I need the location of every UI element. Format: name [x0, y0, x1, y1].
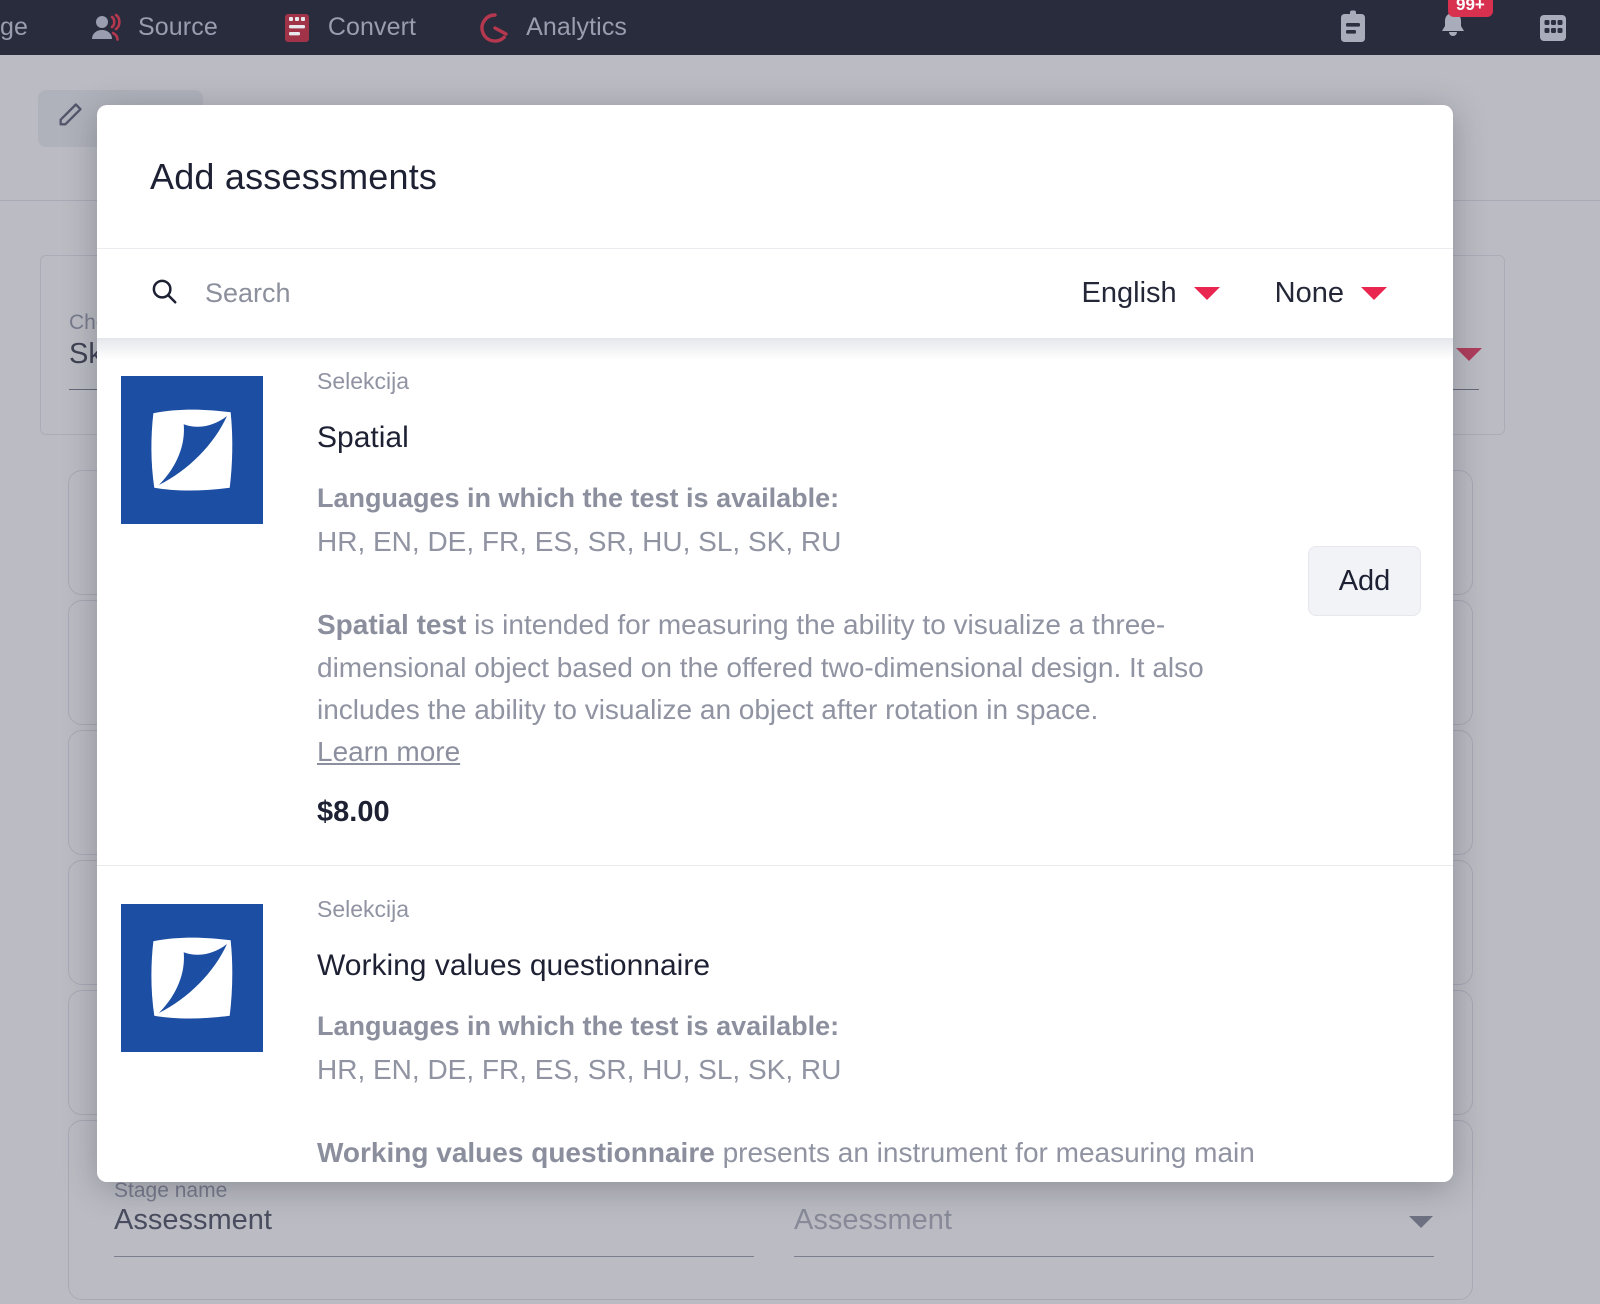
assessment-list-item: Selekcija Spatial Languages in which the… — [97, 338, 1453, 866]
nav-item-label: gage — [0, 13, 28, 42]
nav-item-label: Source — [138, 13, 218, 42]
language-filter-dropdown[interactable]: English — [1082, 277, 1220, 310]
languages-label: Languages in which the test is available… — [317, 483, 1303, 514]
add-assessment-button[interactable]: Add — [1308, 546, 1421, 616]
filter-dropdowns: English None — [1082, 277, 1387, 310]
category-filter-value: None — [1275, 277, 1344, 310]
apps-grid-icon[interactable] — [1534, 9, 1572, 47]
assessment-list[interactable]: Selekcija Spatial Languages in which the… — [97, 338, 1453, 1182]
languages-list: HR, EN, DE, FR, ES, SR, HU, SL, SK, RU — [317, 526, 1303, 558]
modal-title: Add assessments — [150, 156, 437, 198]
category-filter-dropdown[interactable]: None — [1275, 277, 1387, 310]
nav-item-source[interactable]: Source — [90, 11, 218, 45]
search-field-group[interactable]: Search — [149, 276, 1082, 311]
assessment-details: Selekcija Working values questionnaire L… — [263, 896, 1453, 1175]
assessment-category: Selekcija — [317, 368, 1303, 395]
chevron-down-icon[interactable] — [1409, 1216, 1433, 1228]
description-bold: Spatial test — [317, 609, 466, 640]
assessment-list-item: Selekcija Working values questionnaire L… — [97, 866, 1453, 1182]
learn-more-link[interactable]: Learn more — [317, 736, 460, 768]
description-rest: presents an instrument for measuring mai… — [715, 1137, 1255, 1168]
assessment-title: Working values questionnaire — [317, 949, 1303, 983]
app-root: DRAFT Cho Sk Stage name Assessment Asses… — [0, 0, 1600, 1304]
people-source-icon — [90, 11, 124, 45]
pencil-icon — [56, 101, 84, 136]
stage-name-label: Stage name — [114, 1179, 227, 1203]
description-bold: Working values questionnaire — [317, 1137, 715, 1168]
modal-filter-bar: Search English None — [97, 248, 1453, 338]
notification-badge: 99+ — [1448, 0, 1493, 17]
selekcija-logo — [121, 904, 263, 1052]
top-navigation-bar: gage Source — [0, 0, 1600, 55]
selekcija-logo — [121, 376, 263, 524]
nav-item-label: Convert — [328, 13, 416, 42]
convert-form-icon — [280, 11, 314, 45]
clipboard-icon[interactable] — [1334, 9, 1372, 47]
assessment-details: Selekcija Spatial Languages in which the… — [263, 368, 1453, 829]
add-assessments-modal: Add assessments Search English None — [97, 105, 1453, 1182]
languages-label: Languages in which the test is available… — [317, 1011, 1303, 1042]
search-icon — [149, 276, 179, 311]
assessment-price: $8.00 — [317, 796, 1303, 829]
modal-header: Add assessments — [97, 105, 1453, 248]
stage-name-value[interactable]: Assessment — [114, 1204, 272, 1237]
assessment-title: Spatial — [317, 421, 1303, 455]
nav-item-analytics[interactable]: Analytics — [478, 11, 627, 45]
chevron-down-icon — [1361, 287, 1387, 300]
bell-notifications-icon[interactable]: 99+ — [1434, 9, 1472, 47]
nav-item-label: Analytics — [526, 13, 627, 42]
languages-list: HR, EN, DE, FR, ES, SR, HU, SL, SK, RU — [317, 1054, 1303, 1086]
top-nav-actions: 99+ — [1334, 0, 1572, 55]
stage-type-rule — [794, 1256, 1434, 1257]
nav-item-convert[interactable]: Convert — [280, 11, 416, 45]
search-input[interactable]: Search — [205, 278, 291, 309]
stage-name-rule — [114, 1256, 754, 1257]
analytics-donut-icon — [478, 11, 512, 45]
assessment-category: Selekcija — [317, 896, 1303, 923]
language-filter-value: English — [1082, 277, 1177, 310]
chevron-down-icon[interactable] — [1456, 348, 1482, 361]
stage-type-value[interactable]: Assessment — [794, 1204, 952, 1237]
assessment-description: Spatial test is intended for measuring t… — [317, 604, 1303, 732]
nav-item-engage[interactable]: gage — [0, 13, 28, 42]
top-nav-items: gage Source — [0, 0, 689, 55]
assessment-description: Working values questionnaire presents an… — [317, 1132, 1303, 1175]
chevron-down-icon — [1194, 287, 1220, 300]
